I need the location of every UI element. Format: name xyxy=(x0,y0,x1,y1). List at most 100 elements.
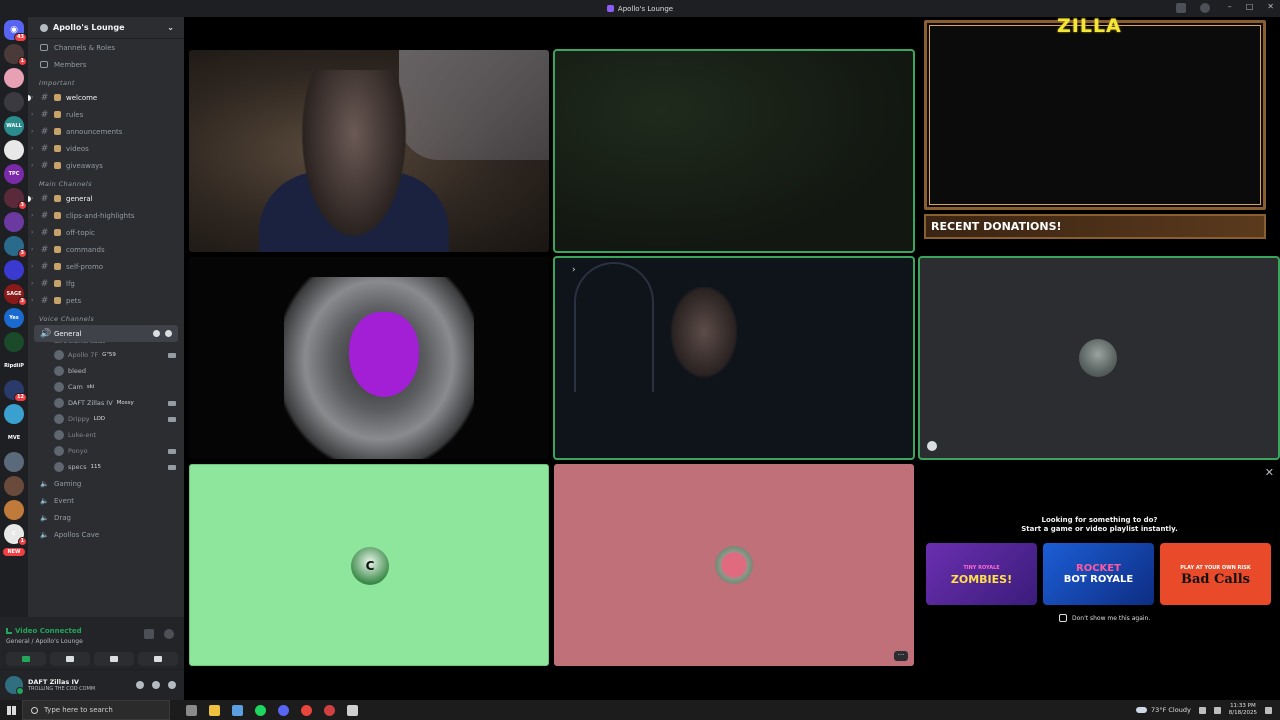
voice-user[interactable]: Cam ski xyxy=(28,379,184,395)
game-card-rocket-bot-royale[interactable]: ROCKET BOT ROYALE xyxy=(1043,543,1154,605)
chrome-icon[interactable] xyxy=(301,704,312,716)
guild-header[interactable]: Apollo's Lounge ⌄ xyxy=(28,17,184,39)
volume-icon[interactable] xyxy=(1213,706,1221,714)
voice-channel[interactable]: 🔈 Event xyxy=(28,492,184,509)
avatar[interactable] xyxy=(5,676,24,695)
voice-user[interactable]: DAFT Zillas IV Mossy xyxy=(28,395,184,411)
user-info[interactable]: DAFT Zillas IV TROLLING THE COD COMM xyxy=(28,678,95,692)
server-icon[interactable]: 3 xyxy=(4,188,27,210)
new-badge[interactable]: NEW xyxy=(3,548,25,556)
server-icon[interactable] xyxy=(4,452,24,472)
channel-general[interactable]: › # general xyxy=(28,190,184,207)
video-tile-2[interactable] xyxy=(553,49,915,253)
server-icon[interactable] xyxy=(4,68,24,88)
video-tile-7[interactable]: ··· xyxy=(554,464,914,666)
channel-rules[interactable]: › # rules xyxy=(28,106,184,123)
server-icon[interactable] xyxy=(4,92,24,112)
camera-button[interactable] xyxy=(6,652,46,666)
chat-icon[interactable] xyxy=(153,330,160,337)
category-important[interactable]: Important xyxy=(28,73,184,89)
screen-share-button[interactable] xyxy=(50,652,90,666)
mic-icon[interactable] xyxy=(136,681,144,689)
channel-clips-and-highlights[interactable]: › # clips-and-highlights xyxy=(28,207,184,224)
channel-giveaways[interactable]: › # giveaways xyxy=(28,157,184,174)
server-icon[interactable]: TPC xyxy=(4,164,24,184)
server-icon[interactable]: 12 xyxy=(4,380,27,402)
network-icon[interactable] xyxy=(1198,706,1206,714)
channel-commands[interactable]: › # commands xyxy=(28,241,184,258)
video-tile-6[interactable]: C xyxy=(189,464,549,666)
channel-announcements[interactable]: › # announcements xyxy=(28,123,184,140)
gear-icon[interactable] xyxy=(168,681,176,689)
nav-channels-roles[interactable]: Channels & Roles xyxy=(28,39,184,56)
voice-user[interactable]: Apollo 7F G"59 xyxy=(28,347,184,363)
channel-off-topic[interactable]: › # off-topic xyxy=(28,224,184,241)
server-icon[interactable]: 1 xyxy=(4,44,27,66)
noise-suppression-icon[interactable] xyxy=(144,629,154,639)
headphones-icon[interactable] xyxy=(152,681,160,689)
close-icon[interactable]: ✕ xyxy=(1267,2,1274,11)
server-icon[interactable] xyxy=(4,500,24,520)
channel-welcome[interactable]: › # welcome xyxy=(28,89,184,106)
voice-user[interactable]: Drippy LOD xyxy=(28,411,184,427)
video-tile-4[interactable]: › xyxy=(553,256,915,460)
server-icon[interactable]: C1 xyxy=(4,524,27,546)
channel-videos[interactable]: › # videos xyxy=(28,140,184,157)
voice-channel[interactable]: 🔈 Gaming xyxy=(28,475,184,492)
server-icon[interactable] xyxy=(4,212,24,232)
help-icon[interactable] xyxy=(1200,3,1210,13)
voice-user[interactable]: bleed xyxy=(28,363,184,379)
discord-icon[interactable] xyxy=(278,704,289,716)
video-tile-3[interactable] xyxy=(189,257,549,459)
voice-user[interactable]: specs 115 xyxy=(28,459,184,475)
home-button[interactable]: ◉ 43 xyxy=(4,20,27,42)
server-icon[interactable]: RipdiiP xyxy=(4,356,24,376)
voice-channel-general[interactable]: 🔊 General xyxy=(34,325,178,342)
server-icon[interactable] xyxy=(4,332,24,352)
activity-button[interactable] xyxy=(94,652,134,666)
server-icon[interactable]: WALL xyxy=(4,116,24,136)
voice-channel[interactable]: 🔈 Drag xyxy=(28,509,184,526)
server-icon[interactable]: 3 xyxy=(4,236,27,258)
game-card-zombies[interactable]: TINY ROYALE ZOMBIES! xyxy=(926,543,1037,605)
minimize-icon[interactable]: – xyxy=(1228,2,1232,11)
video-tile-5[interactable] xyxy=(918,256,1280,460)
server-icon[interactable]: MVE xyxy=(4,428,24,448)
weather-widget[interactable]: 73°F Cloudy xyxy=(1136,706,1191,714)
channel-pets[interactable]: › # pets xyxy=(28,292,184,309)
server-icon[interactable] xyxy=(4,476,24,496)
taskbar-clock[interactable]: 11:33 PM 8/18/2025 xyxy=(1229,703,1257,717)
file-explorer-icon[interactable] xyxy=(209,704,220,716)
more-options-button[interactable]: ··· xyxy=(894,651,908,661)
task-view-icon[interactable] xyxy=(186,704,197,716)
rtc-location[interactable]: General / Apollo's Lounge xyxy=(6,638,83,645)
start-button[interactable] xyxy=(0,700,22,720)
inbox-icon[interactable] xyxy=(1176,3,1186,13)
voice-user[interactable]: Ponyo xyxy=(28,443,184,459)
invite-icon[interactable] xyxy=(165,330,172,337)
soundboard-button[interactable] xyxy=(138,652,178,666)
app-icon[interactable] xyxy=(324,704,335,716)
channel-lfg[interactable]: › # lfg xyxy=(28,275,184,292)
disconnect-icon[interactable] xyxy=(164,629,174,639)
server-icon[interactable] xyxy=(4,404,24,424)
terminal-icon[interactable] xyxy=(347,704,358,716)
close-icon[interactable]: ✕ xyxy=(1265,466,1274,479)
stream-overlay[interactable]: ZILLA RECENT DONATIONS! xyxy=(919,15,1280,252)
maximize-icon[interactable]: □ xyxy=(1246,2,1254,11)
voice-channel[interactable]: 🔈 Apollos Cave xyxy=(28,526,184,543)
nav-members[interactable]: Members xyxy=(28,56,184,73)
taskbar-search[interactable]: Type here to search xyxy=(22,700,170,720)
channel-self-promo[interactable]: › # self-promo xyxy=(28,258,184,275)
category-main[interactable]: Main Channels xyxy=(28,174,184,190)
notification-icon[interactable] xyxy=(1265,706,1272,714)
server-icon[interactable] xyxy=(4,140,24,160)
spotify-icon[interactable] xyxy=(255,704,266,716)
video-tile-1[interactable] xyxy=(189,50,549,252)
server-icon[interactable]: SAGE 3 xyxy=(4,284,27,306)
server-icon[interactable] xyxy=(4,260,24,280)
voice-user[interactable]: Luke-ent xyxy=(28,427,184,443)
dont-show-checkbox[interactable]: Don't show me this again. xyxy=(1059,614,1150,622)
category-voice[interactable]: Voice Channels xyxy=(28,309,184,325)
store-icon[interactable] xyxy=(232,704,243,716)
